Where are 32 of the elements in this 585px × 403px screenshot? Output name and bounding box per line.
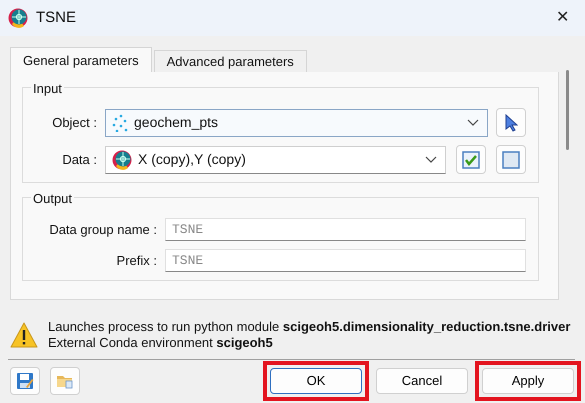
field-label: Prefix : — [116, 252, 157, 270]
dialog-button[interactable]: Apply — [482, 368, 574, 394]
field-label: Data : — [61, 150, 97, 169]
checkbox-empty-icon — [502, 150, 520, 168]
text-field[interactable]: TSNE — [165, 218, 526, 241]
caret-icon — [425, 156, 437, 164]
folder-icon — [56, 373, 74, 389]
points-icon — [112, 114, 128, 132]
save-button[interactable] — [10, 367, 40, 395]
app-logo-icon — [8, 8, 28, 28]
checkbox-checked-icon — [462, 150, 480, 168]
dialog-button[interactable]: OK — [270, 368, 362, 394]
data-dropdown[interactable]: X (copy),Y (copy) — [105, 146, 446, 174]
open-button[interactable] — [50, 367, 80, 395]
dialog-button[interactable]: Cancel — [376, 368, 468, 394]
caret-icon — [467, 118, 479, 126]
pick-button[interactable] — [496, 108, 526, 137]
text-field[interactable]: TSNE — [165, 249, 526, 272]
field-label: Object : — [51, 114, 97, 132]
data-icon — [112, 150, 132, 170]
object-dropdown[interactable]: geochem_pts — [105, 108, 488, 136]
warning-icon — [10, 322, 38, 348]
tab[interactable]: General parameters — [10, 47, 152, 72]
message-text: External Conda environment scigeoh5 — [48, 334, 274, 350]
message-text: Launches process to run python module scigeoh5.dimensionality_reduction.tsne.driver — [48, 318, 570, 334]
tab[interactable]: Advanced parameters — [154, 50, 307, 72]
close-button[interactable]: ✕ — [548, 6, 577, 30]
cursor-icon — [504, 114, 518, 132]
window-title: TSNE — [36, 8, 76, 28]
field-label: Data group name : — [48, 220, 157, 239]
select-all-button[interactable] — [456, 145, 486, 174]
select-none-button[interactable] — [496, 145, 526, 174]
